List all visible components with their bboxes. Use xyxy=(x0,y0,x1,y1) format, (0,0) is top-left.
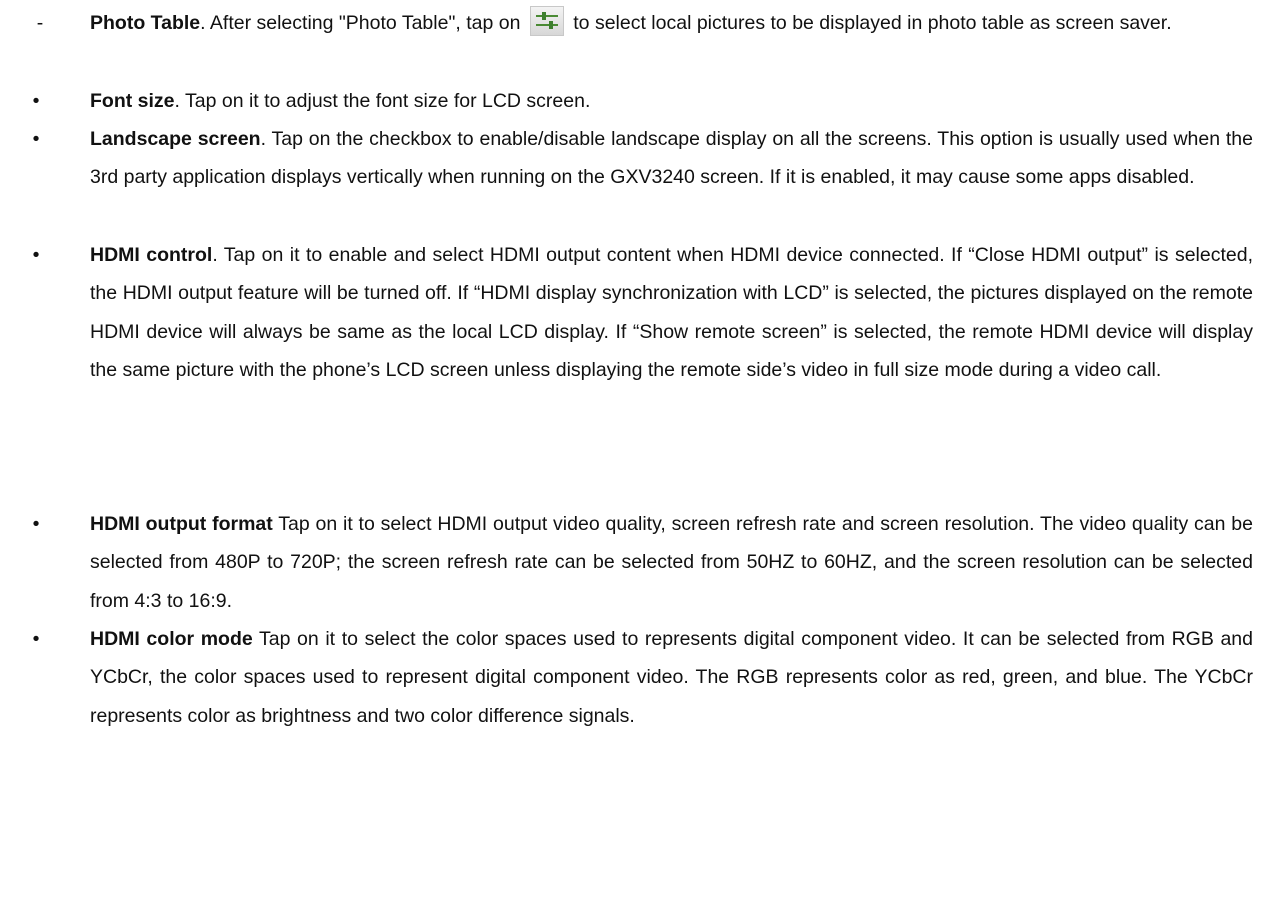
item-term: Photo Table xyxy=(90,12,201,34)
item-description: . Tap on it to adjust the font size for … xyxy=(174,90,591,112)
item-term: Landscape screen xyxy=(90,128,261,150)
item-term: HDMI color mode xyxy=(90,628,253,650)
dash-marker: - xyxy=(36,12,44,34)
item-text: Landscape screen. Tap on the checkbox to… xyxy=(90,120,1253,197)
item-text-before-icon: . After selecting "Photo Table", tap on xyxy=(200,12,526,34)
document-page: - Photo Table. After selecting "Photo Ta… xyxy=(0,0,1271,903)
bullet-marker: • xyxy=(32,90,40,112)
item-text-after-icon: to select local pictures to be displayed… xyxy=(567,12,1172,34)
item-description: . Tap on it to enable and select HDMI ou… xyxy=(90,244,1253,382)
sliders-icon xyxy=(529,6,564,36)
item-term: HDMI output format xyxy=(90,513,273,535)
bullet-marker: • xyxy=(32,244,40,266)
bullet-marker: • xyxy=(32,513,40,535)
item-description: Tap on it to select the color spaces use… xyxy=(90,628,1253,727)
item-text: HDMI control. Tap on it to enable and se… xyxy=(90,236,1253,390)
item-term: Font size xyxy=(90,90,175,112)
bullet-marker: • xyxy=(32,128,40,150)
item-text: HDMI output format Tap on it to select H… xyxy=(90,505,1253,620)
item-description: . Tap on the checkbox to enable/disable … xyxy=(90,128,1253,189)
item-text: Font size. Tap on it to adjust the font … xyxy=(90,82,1253,120)
bullet-marker: • xyxy=(32,628,40,650)
item-text: Photo Table. After selecting "Photo Tabl… xyxy=(90,4,1253,42)
item-text: HDMI color mode Tap on it to select the … xyxy=(90,620,1253,735)
item-term: HDMI control xyxy=(90,244,213,266)
